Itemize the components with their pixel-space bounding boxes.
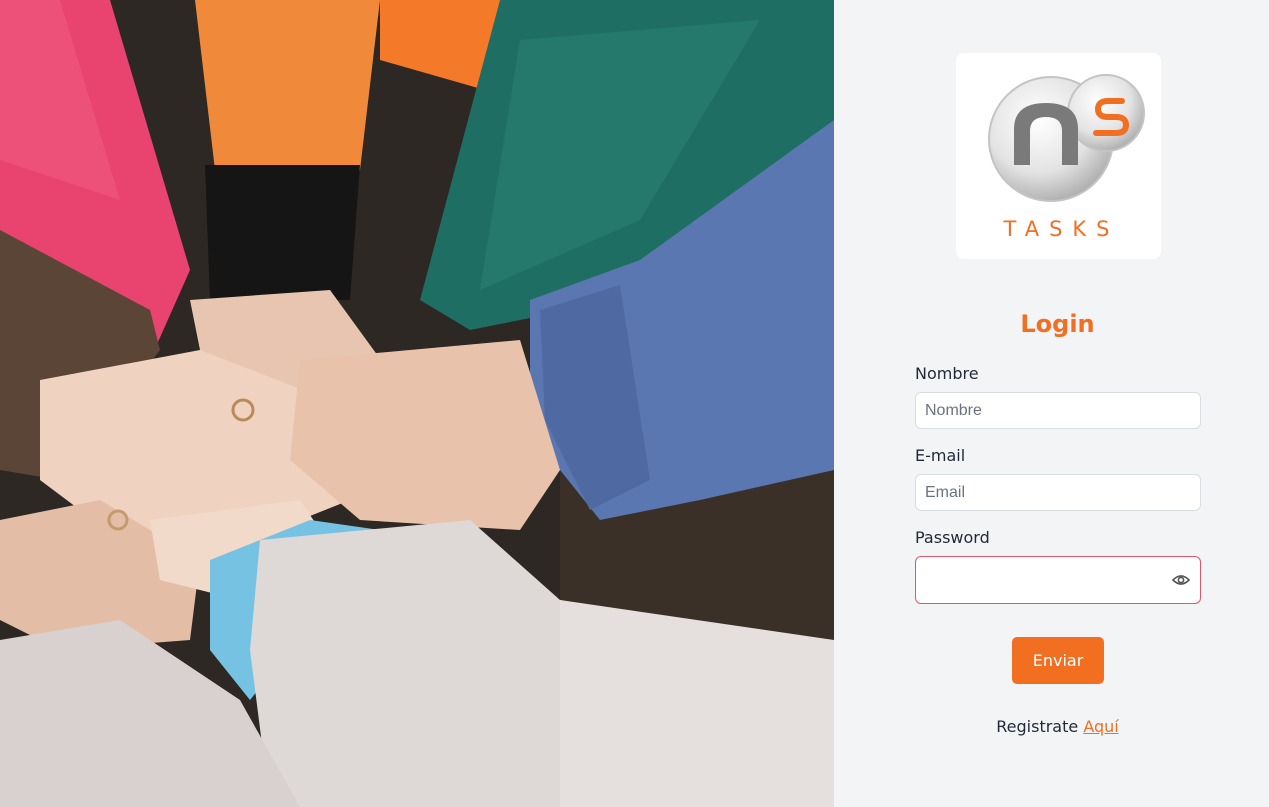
name-label: Nombre	[915, 364, 979, 383]
password-field	[915, 556, 1201, 604]
ns-logo-icon	[988, 74, 1145, 202]
password-label: Password	[915, 528, 990, 547]
register-link[interactable]: Aquí	[1083, 717, 1118, 736]
logo-wordmark: TASKS	[1003, 217, 1120, 241]
login-panel: TASKS Login Nombre E-mail Password Envia…	[834, 0, 1269, 807]
logo-card: TASKS	[956, 53, 1161, 259]
submit-button[interactable]: Enviar	[1012, 637, 1104, 684]
register-line: Registrate Aquí	[834, 717, 1269, 736]
hero-photo	[0, 0, 834, 807]
login-title: Login	[1020, 310, 1095, 338]
email-label: E-mail	[915, 446, 966, 465]
hands-together-photo	[0, 0, 834, 807]
register-text: Registrate	[996, 717, 1079, 736]
eye-icon[interactable]	[1172, 572, 1190, 588]
password-input[interactable]	[916, 557, 1176, 603]
name-input[interactable]	[915, 392, 1201, 429]
email-input[interactable]	[915, 474, 1201, 511]
